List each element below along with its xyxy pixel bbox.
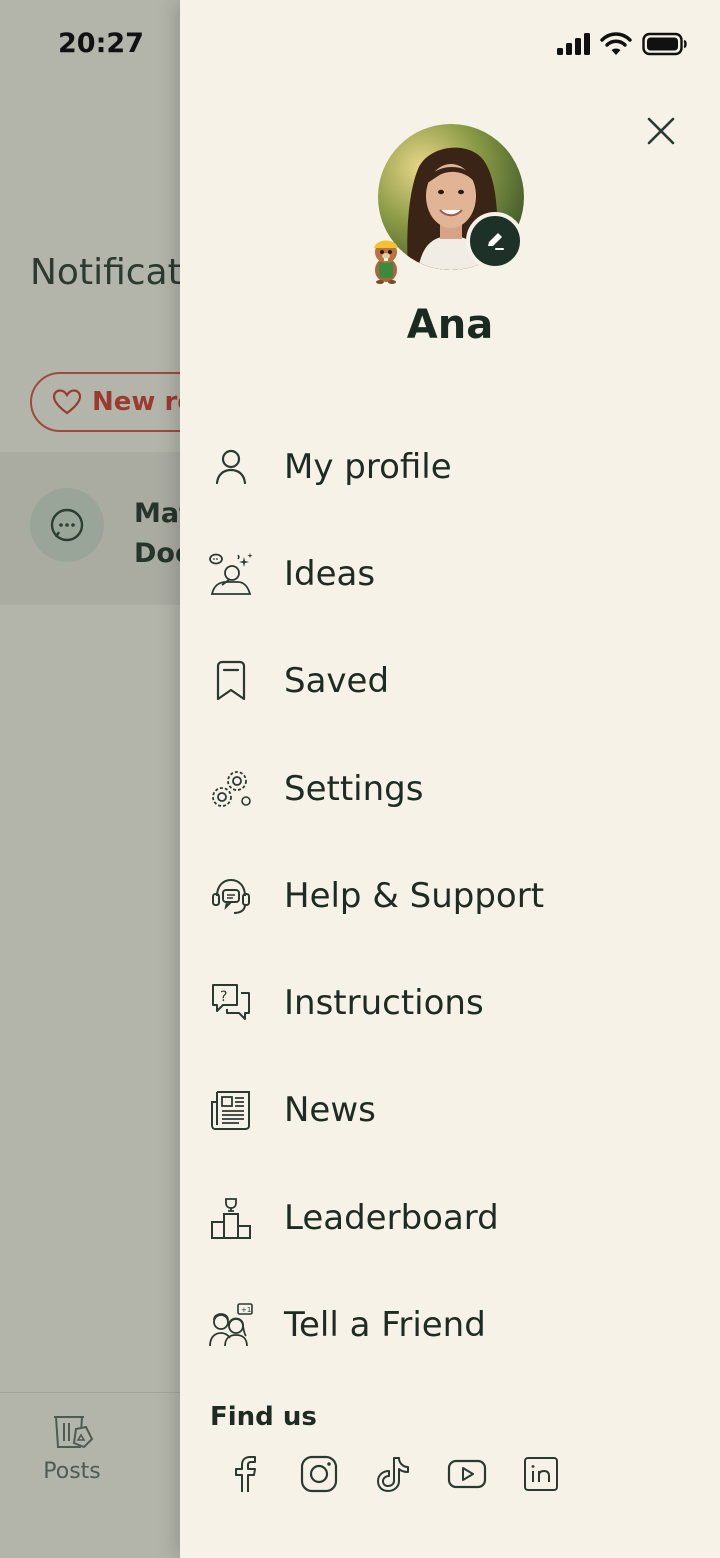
linkedin-link[interactable] — [522, 1454, 560, 1494]
user-name: Ana — [406, 302, 494, 348]
menu-item-ideas[interactable]: Ideas — [180, 520, 720, 627]
menu-item-my-profile[interactable]: My profile — [180, 413, 720, 520]
menu-item-news[interactable]: News — [180, 1057, 720, 1164]
menu-item-label: Saved — [284, 661, 390, 702]
friends-icon: +1 — [208, 1302, 254, 1348]
menu-item-tell-a-friend[interactable]: +1 Tell a Friend — [180, 1271, 720, 1378]
instagram-link[interactable] — [300, 1454, 338, 1494]
linkedin-icon — [523, 1456, 559, 1492]
bookmark-icon — [208, 658, 254, 704]
drawer-menu: My profile Ideas Saved Settings Help & S — [180, 413, 720, 1379]
menu-item-leaderboard[interactable]: Leaderboard — [180, 1164, 720, 1271]
beaver-mascot-icon — [366, 234, 406, 284]
wifi-icon — [600, 32, 632, 56]
page-title: Notificati — [30, 252, 192, 293]
chat-bubble-icon — [30, 488, 104, 562]
podium-icon — [208, 1195, 254, 1241]
status-icons — [556, 32, 688, 56]
svg-text:?: ? — [220, 989, 227, 1005]
menu-item-label: My profile — [284, 446, 452, 487]
menu-item-settings[interactable]: Settings — [180, 735, 720, 842]
facebook-link[interactable] — [226, 1454, 264, 1494]
youtube-icon — [447, 1458, 487, 1490]
svg-text:+1: +1 — [241, 1306, 251, 1314]
social-links — [226, 1454, 560, 1494]
headset-icon — [208, 873, 254, 919]
tiktok-link[interactable] — [374, 1454, 412, 1494]
ideas-icon — [208, 551, 254, 597]
nav-posts[interactable]: Posts — [40, 1409, 104, 1484]
menu-item-label: Instructions — [284, 983, 484, 1024]
status-time: 20:27 — [58, 28, 144, 59]
heart-icon — [52, 388, 82, 416]
instagram-icon — [300, 1455, 338, 1493]
menu-item-label: Settings — [284, 768, 424, 809]
battery-icon — [642, 32, 688, 56]
side-drawer: Ana My profile Ideas Saved Settings Help… — [180, 0, 720, 1558]
menu-item-instructions[interactable]: ? Instructions — [180, 949, 720, 1056]
menu-item-label: Tell a Friend — [284, 1305, 486, 1346]
pencil-icon — [483, 229, 507, 253]
question-chat-icon: ? — [208, 980, 254, 1026]
menu-item-label: Ideas — [284, 553, 376, 594]
close-icon — [646, 116, 676, 146]
newspaper-icon — [208, 1087, 254, 1133]
facebook-icon — [233, 1455, 257, 1493]
menu-item-help-support[interactable]: Help & Support — [180, 842, 720, 949]
recycle-bag-icon — [48, 1409, 96, 1451]
menu-item-label: Leaderboard — [284, 1197, 499, 1238]
menu-item-label: Help & Support — [284, 875, 545, 916]
gear-icon — [208, 766, 254, 812]
edit-avatar-button[interactable] — [466, 212, 524, 270]
nav-posts-label: Posts — [43, 1459, 101, 1484]
tiktok-icon — [376, 1455, 410, 1493]
person-icon — [208, 444, 254, 490]
signal-icon — [556, 33, 590, 55]
find-us-heading: Find us — [210, 1402, 317, 1432]
youtube-link[interactable] — [447, 1454, 487, 1494]
menu-item-label: News — [284, 1090, 376, 1131]
menu-item-saved[interactable]: Saved — [180, 628, 720, 735]
close-button[interactable] — [640, 110, 682, 152]
